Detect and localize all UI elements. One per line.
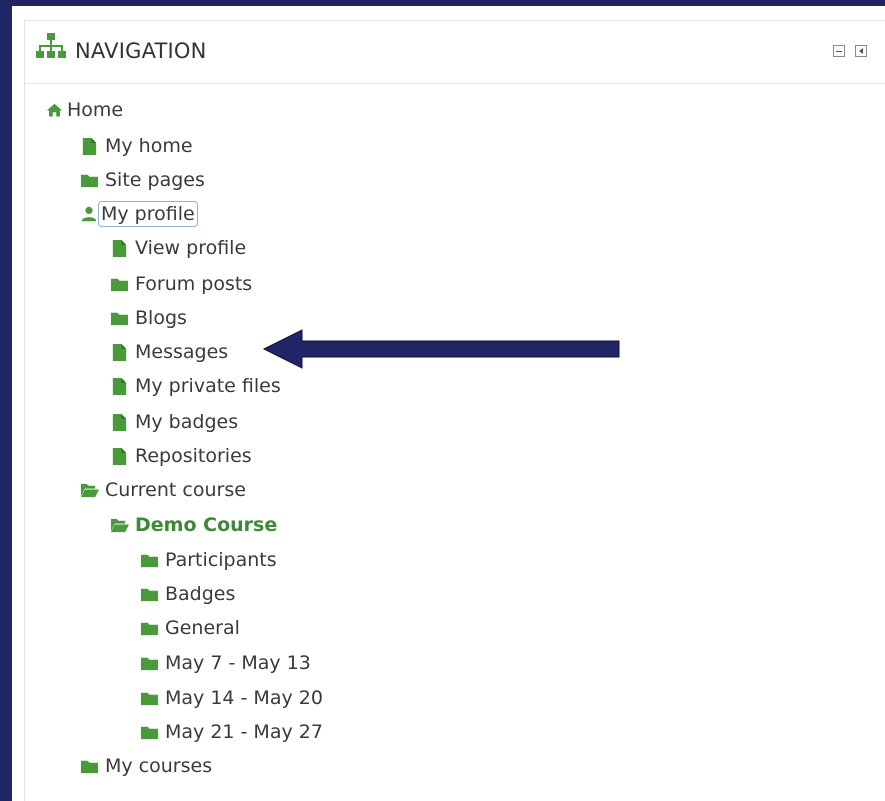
- page-icon: [112, 239, 127, 257]
- nav-label-repositories: Repositories: [135, 445, 252, 467]
- nav-label-badges: Badges: [165, 583, 236, 605]
- nav-item-general[interactable]: General: [140, 615, 240, 641]
- page-icon: [112, 377, 127, 395]
- nav-label-home: Home: [67, 99, 124, 121]
- nav-label-week-3: May 21 - May 27: [165, 721, 323, 743]
- nav-item-current-course[interactable]: Current course: [80, 477, 246, 503]
- folder-icon: [140, 726, 159, 739]
- nav-label-forum-posts: Forum posts: [135, 273, 253, 295]
- nav-item-my-profile[interactable]: My profile: [80, 201, 198, 227]
- minus-square-icon[interactable]: [833, 45, 845, 57]
- nav-item-blogs[interactable]: Blogs: [110, 305, 187, 331]
- nav-label-blogs: Blogs: [135, 307, 187, 329]
- nav-label-participants: Participants: [165, 549, 277, 571]
- nav-item-participants[interactable]: Participants: [140, 547, 277, 573]
- folder-open-icon: [80, 483, 99, 497]
- nav-label-site-pages: Site pages: [105, 169, 205, 191]
- nav-label-demo-course: Demo Course: [135, 514, 278, 536]
- dock-left-icon[interactable]: [855, 45, 867, 57]
- folder-icon: [80, 760, 99, 773]
- nav-item-week-1[interactable]: May 7 - May 13: [140, 650, 311, 676]
- nav-label-my-badges: My badges: [135, 411, 239, 433]
- folder-icon: [80, 174, 99, 187]
- nav-item-my-courses[interactable]: My courses: [80, 753, 212, 779]
- nav-label-my-profile: My profile: [98, 201, 198, 227]
- sitemap-icon: [36, 33, 66, 58]
- nav-item-repositories[interactable]: Repositories: [110, 443, 252, 469]
- home-icon: [46, 103, 63, 116]
- folder-icon: [110, 312, 129, 325]
- nav-item-my-badges[interactable]: My badges: [110, 409, 238, 435]
- page-icon: [112, 447, 127, 465]
- nav-item-messages[interactable]: Messages: [110, 339, 228, 365]
- nav-item-week-3[interactable]: May 21 - May 27: [140, 719, 323, 745]
- nav-label-general: General: [165, 617, 240, 639]
- folder-icon: [140, 692, 159, 705]
- nav-item-badges[interactable]: Badges: [140, 581, 235, 607]
- nav-item-site-pages[interactable]: Site pages: [80, 167, 205, 193]
- nav-item-demo-course[interactable]: Demo Course: [110, 512, 277, 538]
- nav-item-my-private-files[interactable]: My private files: [110, 373, 281, 399]
- nav-item-home[interactable]: Home: [46, 97, 123, 123]
- block-title: NAVIGATION: [75, 39, 207, 63]
- nav-label-my-home: My home: [105, 135, 193, 157]
- left-arrow-icon: [262, 329, 620, 369]
- screenshot-frame: NAVIGATION Home My home Site pages My pr…: [0, 0, 885, 801]
- folder-open-icon: [110, 518, 129, 532]
- block-header: NAVIGATION: [25, 21, 885, 84]
- nav-label-messages: Messages: [135, 341, 229, 363]
- page-icon: [112, 343, 127, 361]
- folder-icon: [140, 657, 159, 670]
- nav-label-week-2: May 14 - May 20: [165, 687, 323, 709]
- nav-item-view-profile[interactable]: View profile: [110, 235, 246, 261]
- nav-item-week-2[interactable]: May 14 - May 20: [140, 685, 323, 711]
- navigation-block: NAVIGATION Home My home Site pages My pr…: [24, 20, 885, 801]
- nav-label-current-course: Current course: [105, 479, 246, 501]
- folder-icon: [140, 554, 159, 567]
- nav-item-forum-posts[interactable]: Forum posts: [110, 271, 252, 297]
- user-icon: [81, 206, 97, 222]
- nav-item-my-home[interactable]: My home: [80, 133, 193, 159]
- nav-label-my-private-files: My private files: [135, 375, 281, 397]
- nav-label-view-profile: View profile: [135, 237, 247, 259]
- folder-icon: [140, 622, 159, 635]
- page-icon: [82, 137, 97, 155]
- page-icon: [112, 413, 127, 431]
- folder-icon: [140, 588, 159, 601]
- nav-label-week-1: May 7 - May 13: [165, 652, 311, 674]
- folder-icon: [110, 278, 129, 291]
- nav-label-my-courses: My courses: [105, 755, 213, 777]
